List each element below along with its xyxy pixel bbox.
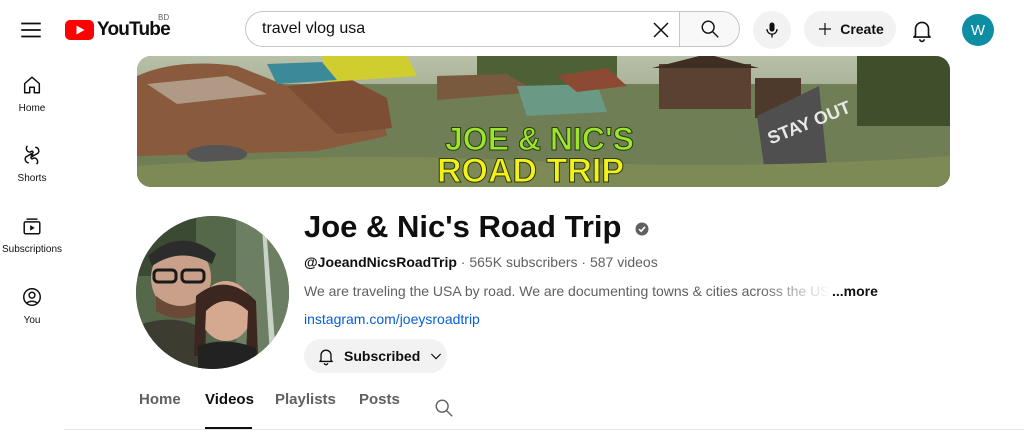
sidebar-item-label: Subscriptions bbox=[1, 244, 63, 255]
subscriber-count: 565K subscribers bbox=[469, 254, 578, 270]
sidebar-item-shorts[interactable]: Shorts bbox=[0, 144, 64, 208]
channel-search-icon[interactable] bbox=[433, 397, 455, 419]
sidebar-item-label: Home bbox=[18, 103, 46, 114]
notifications-bell-icon[interactable] bbox=[909, 17, 935, 43]
verified-badge-icon bbox=[635, 222, 649, 236]
microphone-icon bbox=[766, 22, 778, 38]
logo-text: YouTube bbox=[97, 19, 171, 40]
masthead: YouTube BD Create W bbox=[0, 0, 1024, 58]
tab-posts[interactable]: Posts bbox=[359, 391, 400, 429]
sidebar-item-you[interactable]: You bbox=[0, 286, 64, 350]
channel-external-link[interactable]: instagram.com/joeysroadtrip bbox=[304, 311, 480, 327]
video-count: 587 videos bbox=[589, 254, 658, 270]
channel-title: Joe & Nic's Road Trip bbox=[304, 209, 622, 244]
tab-home[interactable]: Home bbox=[139, 391, 181, 429]
plus-icon bbox=[819, 23, 832, 35]
home-icon bbox=[23, 76, 41, 94]
tab-videos[interactable]: Videos bbox=[205, 391, 254, 429]
create-label: Create bbox=[840, 21, 884, 37]
create-button[interactable]: Create bbox=[804, 11, 896, 47]
subscriptions-icon bbox=[23, 218, 41, 235]
channel-handle: @JoeandNicsRoadTrip bbox=[304, 254, 457, 270]
sidebar-item-subscriptions[interactable]: Subscriptions bbox=[0, 215, 64, 279]
notification-bell-icon bbox=[319, 349, 333, 366]
meta-separator: · bbox=[460, 254, 466, 270]
subscribed-button[interactable]: Subscribed bbox=[304, 339, 447, 373]
region-code: BD bbox=[158, 13, 170, 22]
sidebar-item-label: Shorts bbox=[17, 173, 47, 184]
channel-description[interactable]: We are traveling the USA by road. We are… bbox=[304, 283, 832, 299]
meta-separator: · bbox=[581, 254, 587, 270]
shorts-icon bbox=[24, 145, 40, 165]
tabs-divider bbox=[64, 429, 1024, 430]
description-more-link[interactable]: ...more bbox=[832, 283, 878, 299]
you-icon bbox=[23, 288, 41, 306]
channel-avatar-photo bbox=[136, 216, 289, 369]
sidebar-item-label: You bbox=[23, 315, 41, 326]
subscribed-label: Subscribed bbox=[344, 348, 421, 364]
voice-search-button[interactable] bbox=[753, 11, 791, 49]
sidebar-item-home[interactable]: Home bbox=[0, 74, 64, 138]
channel-banner: STAY OUT JOE & NIC'S ROAD TRIP bbox=[137, 56, 950, 187]
search-button[interactable] bbox=[679, 11, 740, 47]
mini-guide: Home Shorts Subscriptions You bbox=[0, 58, 64, 440]
search-icon bbox=[701, 20, 719, 38]
channel-meta: @JoeandNicsRoadTrip · 565K subscribers ·… bbox=[304, 254, 658, 270]
tab-playlists[interactable]: Playlists bbox=[275, 391, 336, 429]
channel-avatar[interactable] bbox=[136, 216, 289, 369]
banner-title-line2: ROAD TRIP bbox=[437, 152, 624, 187]
account-avatar[interactable]: W bbox=[962, 14, 994, 46]
search-box bbox=[245, 11, 679, 47]
clear-search-icon[interactable] bbox=[649, 18, 673, 42]
youtube-play-icon bbox=[65, 20, 94, 40]
chevron-down-icon bbox=[431, 353, 442, 360]
menu-icon[interactable] bbox=[18, 17, 44, 43]
search-input[interactable] bbox=[246, 14, 642, 44]
youtube-logo[interactable]: YouTube BD bbox=[65, 13, 171, 43]
banner-artwork: STAY OUT JOE & NIC'S ROAD TRIP bbox=[137, 56, 950, 187]
